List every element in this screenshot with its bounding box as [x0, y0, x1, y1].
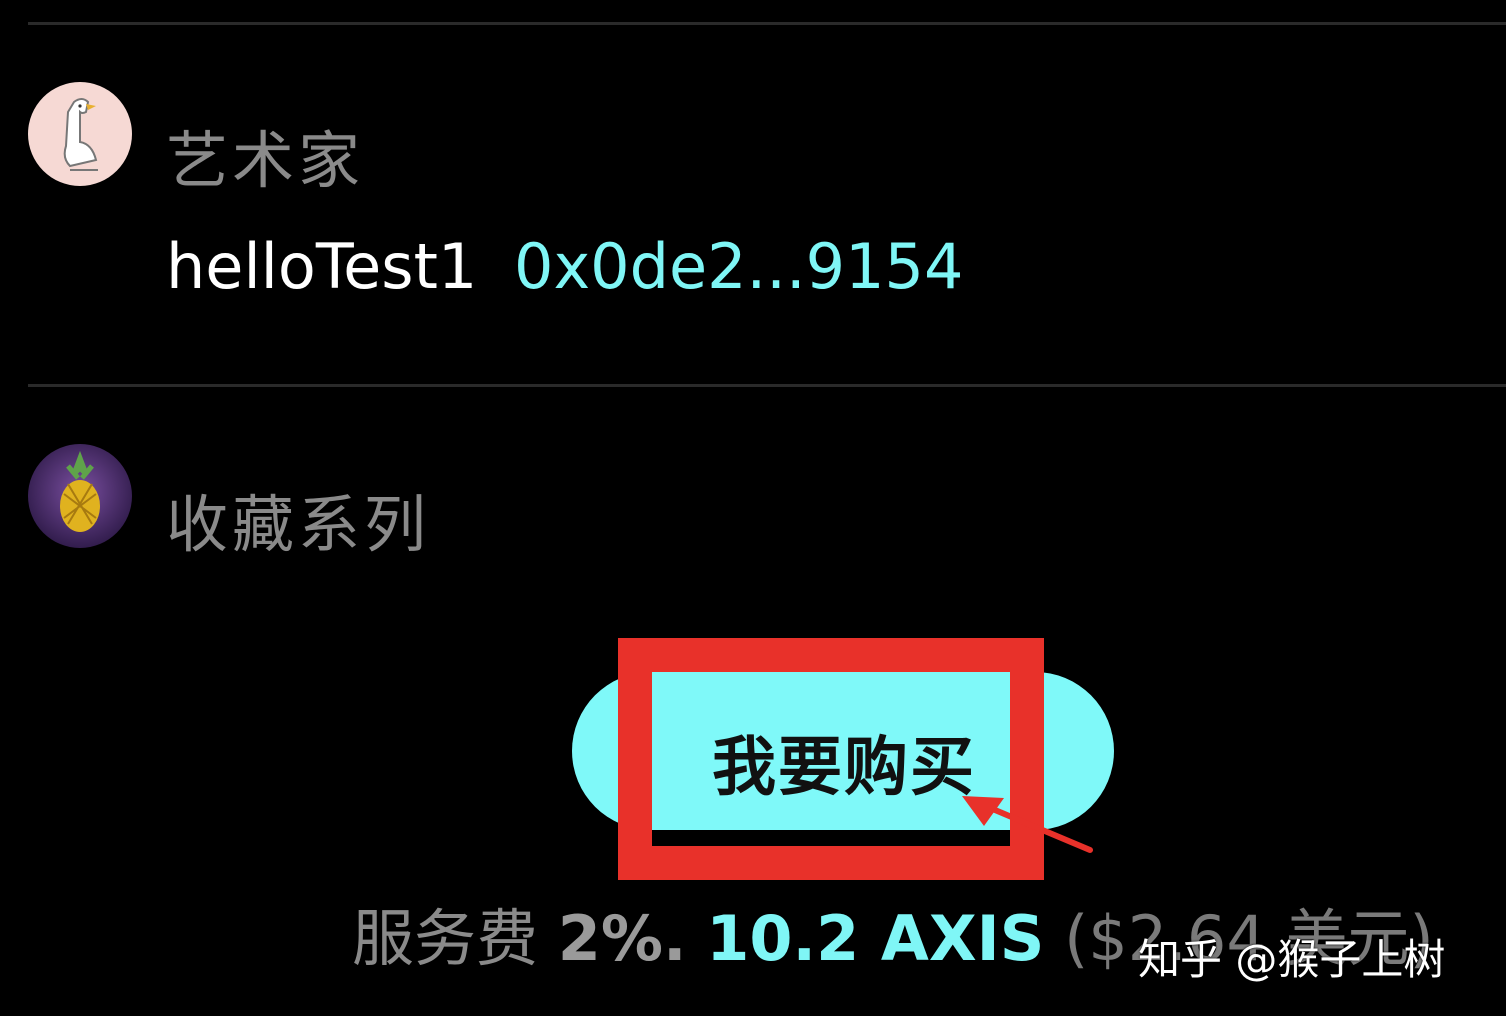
fee-amount: 10.2 AXIS: [706, 902, 1045, 975]
buy-button-label: 我要购买: [712, 731, 976, 805]
fee-label: 服务费: [352, 902, 539, 975]
pineapple-avatar-icon: [28, 444, 132, 548]
artist-address-link[interactable]: 0x0de2...9154: [514, 230, 963, 303]
fee-percent: 2%.: [557, 902, 687, 975]
artist-label: 艺术家: [166, 124, 365, 197]
divider-top: [28, 22, 1506, 25]
artist-name[interactable]: helloTest1: [166, 230, 477, 303]
collection-avatar[interactable]: [28, 444, 132, 548]
artist-avatar[interactable]: [28, 82, 132, 186]
collection-label: 收藏系列: [166, 488, 431, 561]
divider-middle: [28, 384, 1506, 387]
watermark: 知乎 @猴子上树: [1138, 935, 1446, 984]
goose-avatar-icon: [28, 82, 132, 186]
